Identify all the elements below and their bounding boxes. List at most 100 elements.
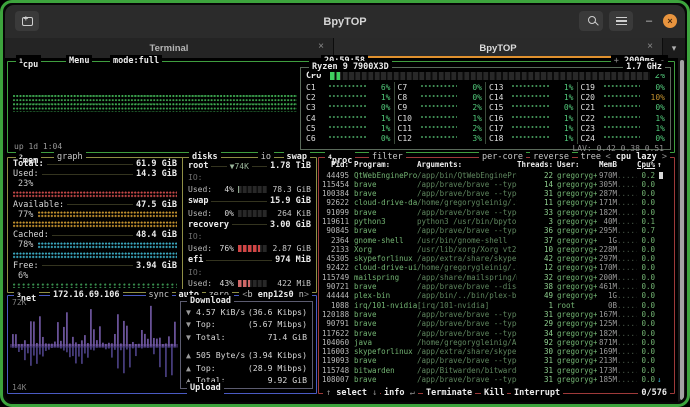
process-row[interactable]: 120188 brave/app/brave/brave --type 31 greg… — [322, 310, 671, 319]
process-row[interactable]: 2133 Xorg/usr/lib/xorg/Xorg vt2 10 gregoryg… — [322, 245, 671, 254]
mode-toggle[interactable]: mode:full — [110, 55, 163, 68]
mem-usage-graph — [13, 220, 177, 230]
process-row[interactable]: 108007 brave/app/brave/brave --type 31 greg… — [322, 375, 671, 384]
disk-list: root ▼74K 1.78 TiB IO: Used: 4% 78.3 GiB swap 15… — [188, 160, 311, 290]
menu-button[interactable] — [609, 11, 633, 31]
mem-usage-graph — [13, 250, 177, 260]
process-row[interactable]: 115454 brave/app/brave/brave --type 14 greg… — [322, 180, 671, 189]
cpu-core-panel: Ryzen 9 7900X3D 1.7 GHz CPU 2% C1 6% C2 1% C… — [300, 61, 671, 153]
cpu-core-c21: C21 0% — [580, 103, 666, 113]
tab-close-icon[interactable]: × — [647, 41, 653, 52]
process-row[interactable]: 115749 mailspring/app/share/mailspring/m 3… — [322, 273, 671, 282]
network-traffic-graph — [10, 305, 178, 378]
mem-stats: Total: 61.9 GiB Used: 14.3 GiB 23% Available:… — [13, 159, 177, 291]
process-row[interactable]: 90845 brave/app/brave/brave --type 36 grego… — [322, 226, 671, 235]
info-button[interactable]: info ↵ — [381, 387, 418, 400]
mem-stat-cached: Cached: 48.4 GiB — [13, 230, 177, 241]
mem-stat-free: Free: 3.94 GiB — [13, 260, 177, 271]
process-row[interactable]: 1088 irq/101-nvidia [irq/101-nvidia] 1 root 0… — [322, 301, 671, 310]
terminal-cursor — [658, 171, 663, 179]
cpu-core-c13: C13 1% — [489, 82, 574, 92]
scrollbar[interactable] — [678, 58, 685, 402]
core-usage-graph — [603, 105, 640, 111]
cpu-core-c1: C1 6% — [306, 82, 391, 92]
select-control[interactable]: ↑ select ↓ — [323, 387, 381, 400]
cpu-core-c8: C8 0% — [397, 92, 483, 102]
menu-button-bpytop[interactable]: Menu — [66, 55, 93, 68]
disk-used-meter — [238, 245, 267, 252]
hamburger-icon — [615, 16, 627, 26]
cpu-usage-graph — [13, 95, 297, 112]
core-usage-graph — [420, 94, 457, 100]
terminal-content: 1cpu Menu mode:full 20:59:58 + 2000ms - … — [5, 55, 685, 402]
upload-title: Upload — [187, 382, 224, 395]
process-row[interactable]: 92422 cloud-drive-ui/home/gregorygleinig/… — [322, 263, 671, 272]
disk-io-label: IO: — [188, 173, 203, 183]
process-rows: 44495 QtWebEnginePro/app/bin/QtWebEngineP… — [322, 171, 671, 385]
core-usage-graph — [512, 115, 549, 121]
process-row[interactable]: 119611 python3 python3 /usr/bin/bpytop 3 gre… — [322, 217, 671, 226]
process-row[interactable]: 45305 skypeforlinux/app/extra/share/skype… — [322, 254, 671, 263]
process-row[interactable]: 44444 plex-bin/app/bin/../bin/plex-bi 49 gr… — [322, 291, 671, 300]
process-row[interactable]: 100384 brave/app/brave/brave --type 31 greg… — [322, 189, 671, 198]
core-usage-graph — [329, 84, 366, 90]
cpu-core-c6: C6 0% — [306, 134, 391, 144]
close-button[interactable]: × — [663, 14, 677, 28]
mem-stat-percent: 6% — [18, 270, 29, 281]
disk-used-meter — [238, 186, 267, 194]
search-button[interactable] — [579, 11, 603, 31]
upload-arrow-icon: ▲ — [186, 362, 191, 373]
process-row[interactable]: 115748 bitwarden/app/Bitwarden/bitwarde 31… — [322, 366, 671, 375]
cpu-core-c18: C18 1% — [489, 134, 574, 144]
process-row[interactable]: 92622 cloud-drive-da/home/gregorygleinig/… — [322, 198, 671, 207]
process-row[interactable]: 104060 java/home/gregorygleinig/Ap 92 grego… — [322, 338, 671, 347]
process-row[interactable]: 90721 brave/app/brave/brave --disa 38 grego… — [322, 282, 671, 291]
process-row[interactable]: 2364 gnome-shell/usr/bin/gnome-shell 37 gre… — [322, 236, 671, 245]
mem-stat-percent: 78% — [13, 240, 177, 250]
cpu-core-c10: C10 1% — [397, 113, 483, 123]
core-usage-graph — [329, 115, 366, 121]
process-row[interactable]: 117622 brave/app/brave/brave --type 34 greg… — [322, 329, 671, 338]
tab-terminal[interactable]: Terminal × — [5, 38, 334, 58]
disk-recovery: recovery 3.00 GiB — [188, 219, 311, 230]
mem-stat-percent: 77% — [13, 210, 177, 220]
process-row[interactable]: 91099 brave/app/brave/brave --type 33 grego… — [322, 208, 671, 217]
cpu-core-c9: C9 2% — [397, 103, 483, 113]
minimize-button[interactable]: – — [640, 11, 658, 31]
process-row[interactable]: 116003 skypeforlinux/app/extra/share/skyp… — [322, 347, 671, 356]
process-row[interactable]: 119093 brave/app/brave/brave --type 31 greg… — [322, 356, 671, 365]
core-usage-graph — [420, 115, 457, 121]
disk-used-meter — [238, 280, 267, 288]
mem-stat-used: Used: 14.3 GiB — [13, 169, 177, 180]
new-tab-button[interactable] — [15, 11, 39, 31]
process-count: 0/576 — [638, 387, 670, 400]
cpu-panel-title: 1cpu — [16, 55, 42, 72]
sort-direction-icon: ↑ — [657, 160, 662, 169]
disk-io-label: IO: — [188, 267, 203, 277]
cpu-core-c2: C2 1% — [306, 92, 391, 102]
process-row[interactable]: 90791 brave/app/brave/brave --type 29 grego… — [322, 319, 671, 328]
kill-button[interactable]: Kill — [481, 387, 508, 400]
cpu-core-c14: C14 1% — [489, 92, 574, 102]
process-table-header[interactable]: Pid: Program: Arguments: Threads: User: … — [322, 160, 671, 171]
cpu-panel: 1cpu Menu mode:full 20:59:58 + 2000ms - … — [7, 55, 675, 153]
scrollbar-thumb[interactable] — [680, 60, 684, 400]
download-top: ▼ Top: (5.67 Mibps) — [186, 319, 307, 330]
core-usage-graph — [603, 84, 640, 90]
process-row[interactable]: 44495 QtWebEnginePro/app/bin/QtWebEngineP… — [322, 171, 671, 180]
network-stats-panel: Download Upload ▼ 4.57 KiB/s (36.6 Kibps) … — [180, 295, 313, 395]
interrupt-button[interactable]: Interrupt — [511, 387, 564, 400]
core-usage-graph — [603, 136, 640, 142]
tab-bpytop-label: BpyTOP — [479, 42, 517, 54]
download-arrow-icon: ▼ — [186, 331, 191, 342]
mem-usage-graph — [13, 189, 177, 199]
cpu-core-c7: C7 0% — [397, 82, 483, 92]
tab-terminal-label: Terminal — [149, 42, 189, 54]
disk-used-row: Used: 43% 422 MiB — [188, 279, 311, 289]
disk-used-row: Used: 76% 2.87 GiB — [188, 244, 311, 253]
terminate-button[interactable]: Terminate — [423, 387, 476, 400]
uptime-label: up 1d 1:04 — [14, 142, 63, 151]
cpu-core-c20: C20 10% — [580, 92, 666, 102]
tab-close-icon[interactable]: × — [318, 41, 324, 52]
disk-root: root ▼74K 1.78 TiB — [188, 161, 312, 172]
